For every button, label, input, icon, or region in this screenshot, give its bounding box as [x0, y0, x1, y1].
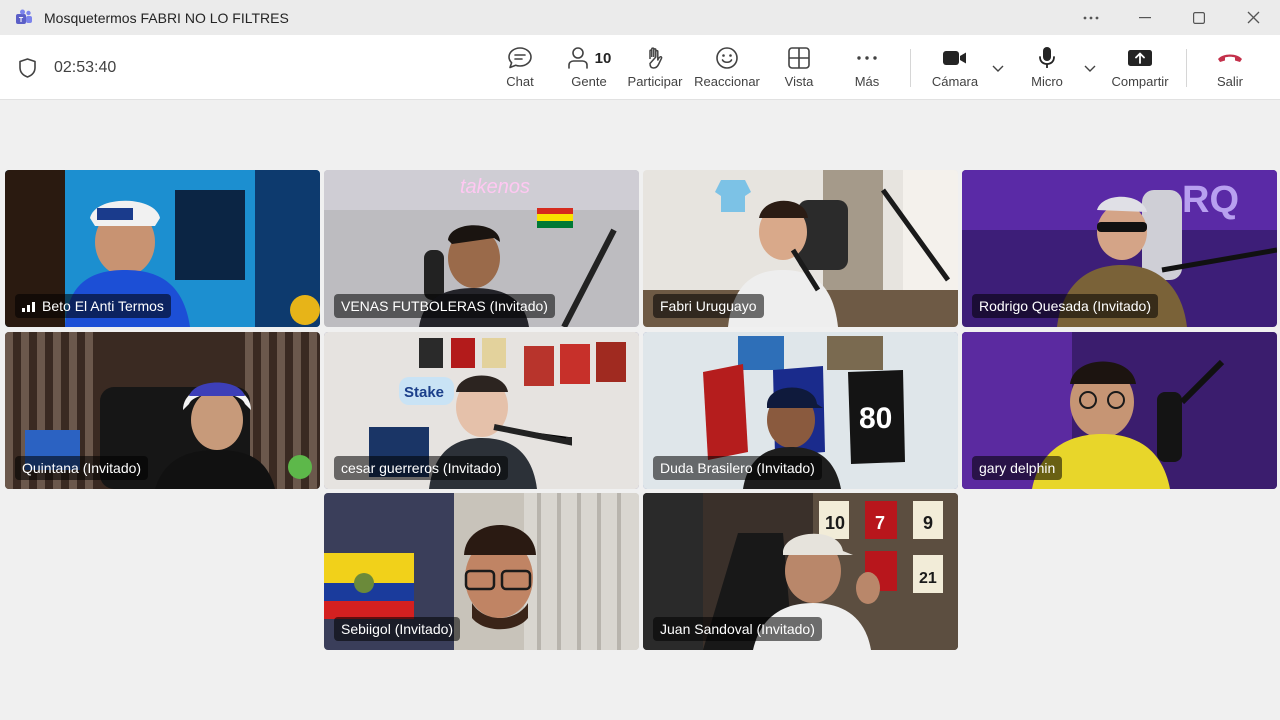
more-label: Más	[854, 74, 880, 89]
svg-text:7: 7	[875, 513, 885, 533]
more-icon	[857, 56, 877, 60]
view-button[interactable]: Vista	[784, 45, 814, 95]
camera-icon	[943, 51, 966, 65]
participant-name: Juan Sandoval (Invitado)	[660, 621, 815, 637]
teams-logo-icon: T	[16, 9, 32, 24]
participant-name: Sebiigol (Invitado)	[341, 621, 454, 637]
participant-name-tag: Duda Brasilero (Invitado)	[653, 456, 822, 480]
window-title: Mosquetermos FABRI NO LO FILTRES	[44, 9, 289, 26]
video-tile[interactable]: Quintana (Invitado)	[5, 332, 320, 489]
participant-name-tag: Juan Sandoval (Invitado)	[653, 617, 822, 641]
meeting-timer: 02:53:40	[54, 59, 117, 76]
react-button[interactable]: Reaccionar	[694, 45, 760, 95]
participant-name: Beto El Anti Termos	[42, 298, 164, 314]
participant-name-tag: VENAS FUTBOLERAS (Invitado)	[334, 294, 555, 318]
people-label: Gente	[571, 74, 607, 89]
participant-name: VENAS FUTBOLERAS (Invitado)	[341, 298, 548, 314]
smiley-icon	[716, 47, 738, 69]
microphone-icon	[1039, 47, 1055, 68]
minimize-icon	[1139, 16, 1151, 18]
participant-name: cesar guerreros (Invitado)	[341, 460, 502, 476]
share-button[interactable]: Compartir	[1110, 45, 1170, 95]
maximize-button[interactable]	[1172, 0, 1226, 35]
hang-up-icon	[1218, 54, 1242, 62]
participant-name: Quintana (Invitado)	[22, 460, 142, 476]
people-count: 10	[594, 49, 612, 67]
participant-name: Duda Brasilero (Invitado)	[660, 460, 815, 476]
people-icon	[567, 47, 588, 69]
svg-text:21: 21	[919, 570, 937, 587]
chat-label: Chat	[506, 74, 534, 89]
view-label: Vista	[784, 74, 814, 89]
close-icon	[1247, 11, 1259, 24]
toolbar-divider	[1186, 49, 1187, 87]
toolbar-divider	[910, 49, 911, 87]
svg-text:T: T	[19, 17, 24, 24]
participant-name: gary delphin	[979, 460, 1056, 476]
svg-text:10: 10	[825, 513, 845, 533]
participant-name: Rodrigo Quesada (Invitado)	[979, 298, 1151, 314]
participant-name-tag: Beto El Anti Termos	[15, 294, 171, 318]
camera-button[interactable]: Cámara	[930, 45, 980, 95]
video-tile[interactable]: RQ Rodrigo Quesada (Invitado)	[962, 170, 1277, 327]
raise-hand-button[interactable]: Participar	[627, 45, 683, 95]
camera-options-chevron-icon[interactable]	[991, 61, 1005, 75]
mic-button[interactable]: Micro	[1028, 45, 1066, 95]
chat-button[interactable]: Chat	[505, 45, 535, 95]
participant-name-tag: gary delphin	[972, 456, 1063, 480]
video-tile[interactable]: 10 7 9 21 Juan Sandoval (Invitado)	[643, 493, 958, 650]
svg-text:Stake: Stake	[404, 384, 444, 401]
share-label: Compartir	[1111, 74, 1169, 89]
minimize-button[interactable]	[1118, 0, 1172, 35]
participant-name-tag: cesar guerreros (Invitado)	[334, 456, 509, 480]
video-tile[interactable]: takenos VENAS FUTBOLERAS (Invitado)	[324, 170, 639, 327]
svg-text:80: 80	[859, 402, 892, 435]
video-tile-active-speaker[interactable]: gary delphin	[962, 332, 1277, 489]
video-tile[interactable]: Fabri Uruguayo	[643, 170, 958, 327]
video-tile-active-speaker[interactable]: 80 Duda Brasilero (Invitado)	[643, 332, 958, 489]
grid-view-icon	[788, 47, 810, 69]
participant-name-tag: Fabri Uruguayo	[653, 294, 764, 318]
shield-icon[interactable]	[17, 57, 38, 79]
maximize-icon	[1193, 11, 1205, 24]
hand-icon	[649, 47, 663, 69]
react-label: Reaccionar	[694, 74, 760, 89]
mic-label: Micro	[1031, 74, 1063, 89]
more-options-button[interactable]	[1064, 0, 1118, 35]
participant-name-tag: Rodrigo Quesada (Invitado)	[972, 294, 1158, 318]
chat-icon	[508, 47, 532, 69]
svg-text:9: 9	[923, 513, 933, 533]
meeting-toolbar: 02:53:40 Chat 10 Gente Participar Reacci…	[0, 35, 1280, 100]
leave-label: Salir	[1216, 74, 1243, 89]
camera-label: Cámara	[931, 74, 979, 89]
more-button[interactable]: Más	[852, 45, 882, 95]
video-tile[interactable]: Sebiigol (Invitado)	[324, 493, 639, 650]
signal-strength-icon	[22, 301, 35, 312]
svg-text:RQ: RQ	[1182, 179, 1239, 221]
close-button[interactable]	[1226, 0, 1280, 35]
svg-text:takenos: takenos	[460, 176, 530, 198]
participant-name: Fabri Uruguayo	[660, 298, 757, 314]
raise-hand-label: Participar	[627, 74, 683, 89]
participant-name-tag: Quintana (Invitado)	[15, 456, 149, 480]
ellipsis-icon	[1083, 16, 1099, 19]
video-tile[interactable]: Beto El Anti Termos	[5, 170, 320, 327]
participant-name-tag: Sebiigol (Invitado)	[334, 617, 461, 641]
mic-options-chevron-icon[interactable]	[1083, 61, 1097, 75]
people-button[interactable]: 10 Gente	[566, 45, 612, 95]
video-tile-active-speaker[interactable]: Stake cesar guerreros (Invitado)	[324, 332, 639, 489]
title-bar: T Mosquetermos FABRI NO LO FILTRES	[0, 0, 1280, 35]
share-screen-icon	[1128, 50, 1152, 66]
leave-button[interactable]: Salir	[1214, 45, 1246, 95]
